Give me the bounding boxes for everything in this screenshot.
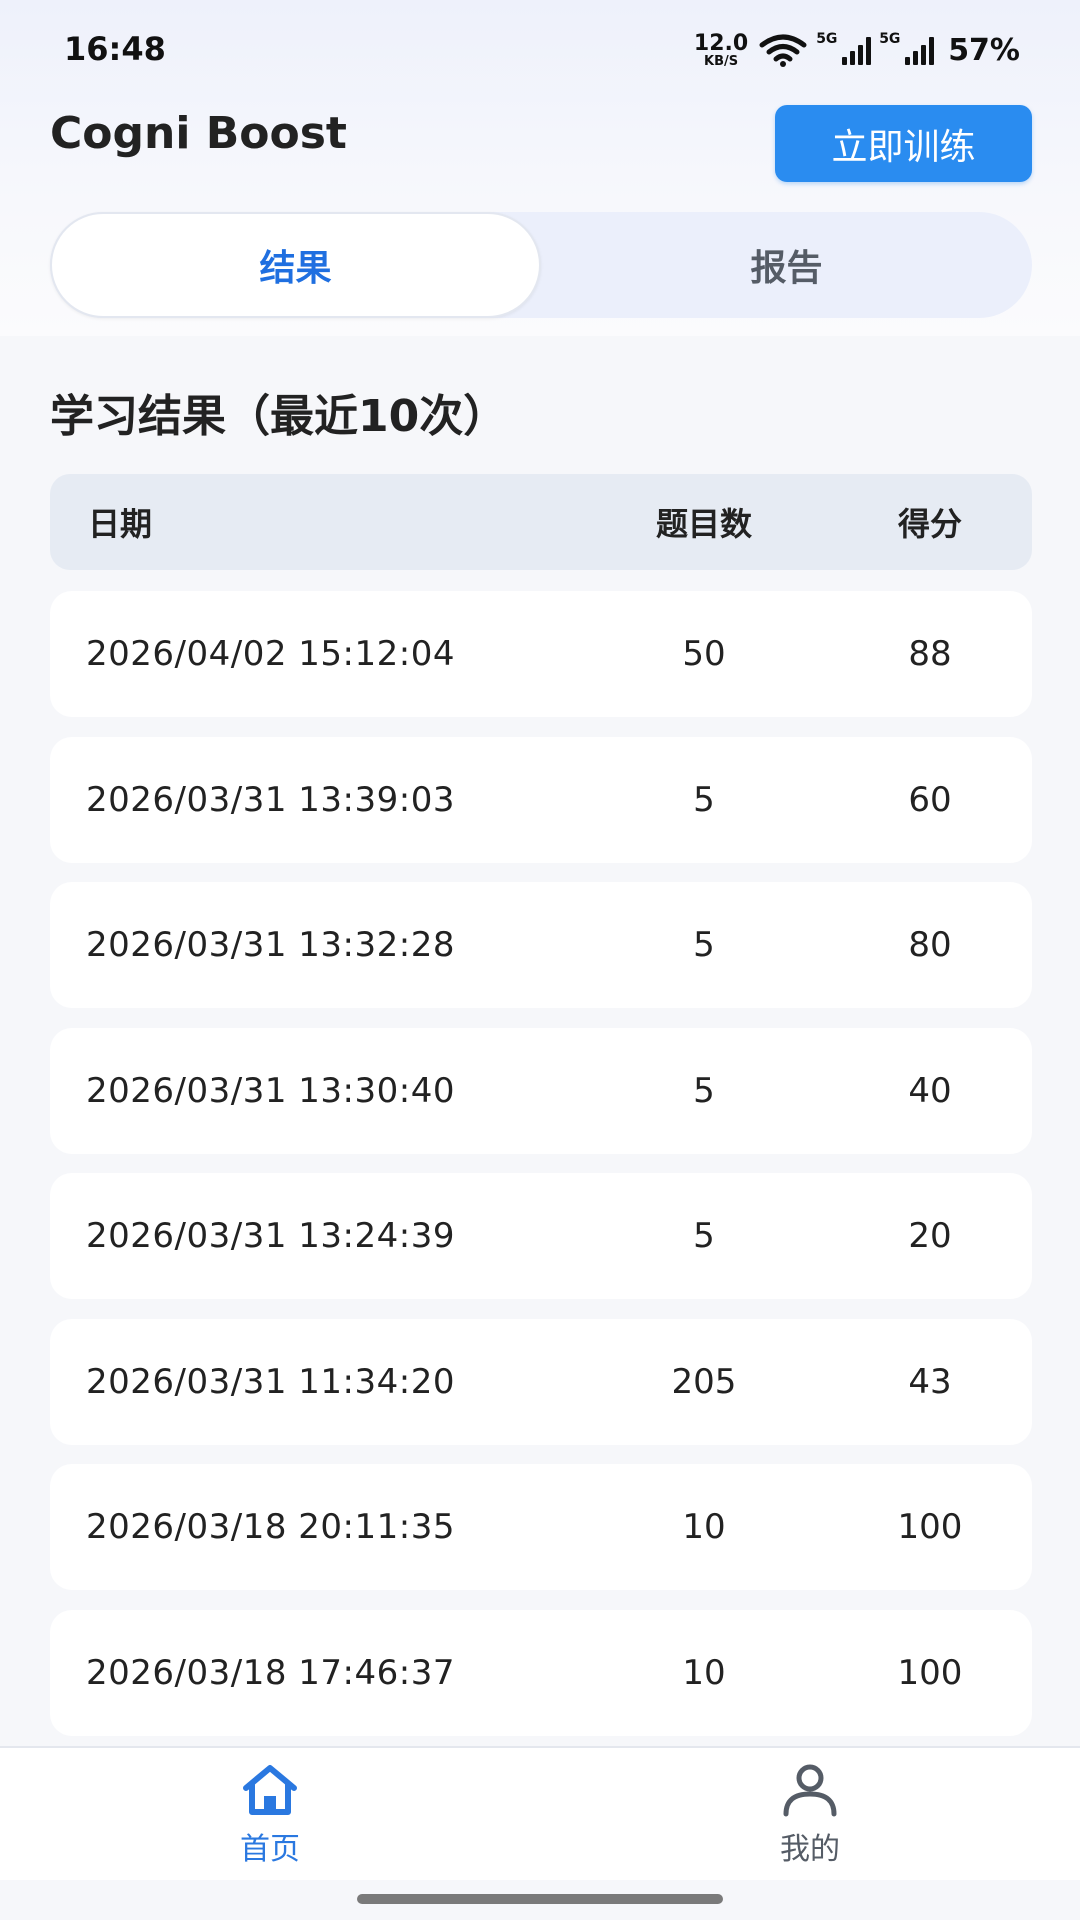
table-row[interactable]: 2026/03/18 20:11:35 10 100 (50, 1464, 1032, 1590)
user-icon (783, 1764, 837, 1817)
table-row[interactable]: 2026/03/18 17:46:37 10 100 (50, 1609, 1032, 1736)
train-now-button[interactable]: 立即训练 (775, 105, 1032, 182)
table-header: 日期 题目数 得分 (50, 474, 1032, 570)
signal-tag: 5G (816, 31, 838, 47)
wifi-icon (759, 34, 807, 67)
nav-label-home: 首页 (240, 1832, 300, 1867)
row-date: 2026/03/31 13:39:03 (86, 779, 455, 820)
row-score: 60 (908, 779, 952, 820)
app-title: Cogni Boost (50, 108, 347, 159)
signal-icon: 5G (816, 31, 872, 65)
home-indicator[interactable] (357, 1894, 723, 1904)
bottom-nav: 首页 我的 (0, 1746, 1080, 1880)
row-date: 2026/03/18 17:46:37 (86, 1652, 455, 1693)
net-speed-unit: KB/S (704, 53, 739, 69)
nav-label-mine: 我的 (780, 1832, 840, 1867)
table-row[interactable]: 2026/03/31 13:32:28 5 80 (50, 882, 1032, 1008)
row-date: 2026/03/31 13:30:40 (86, 1070, 455, 1111)
table-row[interactable]: 2026/03/31 13:39:03 5 60 (50, 736, 1032, 863)
table-row[interactable]: 2026/03/31 11:34:20 205 43 (50, 1318, 1032, 1445)
column-header-date: 日期 (88, 505, 153, 543)
tab-results[interactable]: 结果 (50, 212, 541, 318)
row-score: 43 (908, 1361, 952, 1402)
section-title: 学习结果（最近10次） (50, 391, 508, 442)
table-row[interactable]: 2026/03/31 13:24:39 5 20 (50, 1173, 1032, 1299)
table-row[interactable]: 2026/03/31 13:30:40 5 40 (50, 1027, 1032, 1154)
home-icon (243, 1765, 297, 1815)
tab-report[interactable]: 报告 (541, 212, 1032, 318)
status-icons: 12.0 KB/S 5G 5G 57% (694, 28, 1020, 72)
table-row[interactable]: 2026/04/02 15:12:04 50 88 (50, 591, 1032, 717)
nav-item-home[interactable]: 首页 (120, 1748, 420, 1882)
signal-icon: 5G (879, 31, 935, 65)
row-score: 40 (908, 1070, 952, 1111)
row-score: 80 (908, 925, 952, 965)
row-date: 2026/03/18 20:11:35 (86, 1507, 455, 1547)
status-bar: 16:48 12.0 KB/S 5G 5G 57% (0, 0, 1080, 100)
battery-level: 57% (948, 32, 1020, 68)
row-score: 100 (897, 1652, 963, 1693)
tab-bar: 报告 结果 (50, 212, 1032, 318)
row-date: 2026/04/02 15:12:04 (86, 634, 455, 674)
net-speed: 12.0 KB/S (693, 30, 749, 69)
row-score: 20 (908, 1216, 952, 1256)
column-header-score: 得分 (897, 505, 962, 543)
status-time: 16:48 (64, 30, 166, 68)
row-date: 2026/03/31 13:24:39 (86, 1216, 455, 1256)
row-score: 100 (897, 1507, 963, 1547)
row-date: 2026/03/31 11:34:20 (86, 1361, 455, 1402)
row-date: 2026/03/31 13:32:28 (86, 925, 455, 965)
nav-item-mine[interactable]: 我的 (660, 1748, 960, 1882)
signal-tag: 5G (879, 31, 901, 47)
row-score: 88 (908, 634, 952, 674)
net-speed-value: 12.0 (693, 30, 749, 56)
